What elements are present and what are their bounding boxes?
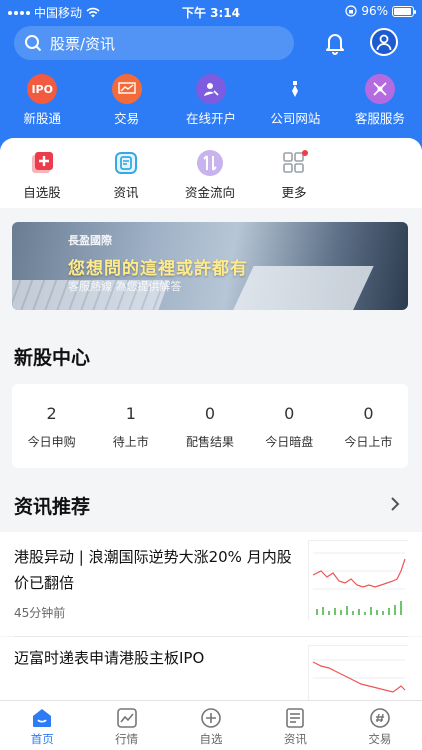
ipo-icon: IPO [27,74,58,104]
service-ipo[interactable]: IPO 新股通 [0,74,84,130]
rotation-lock-icon [345,5,357,17]
tab-label: 自选 [199,732,223,746]
battery-percent: 96% [361,4,388,18]
open-account-icon [196,74,227,104]
ipo-center-title: 新股中心 [14,347,91,369]
quick-watchlist[interactable]: 自选股 [2,148,82,201]
notification-bell-icon[interactable] [322,30,348,56]
news-item[interactable]: 迈富时递表申请港股主板IPO [0,637,422,700]
service-trade[interactable]: 交易 [84,74,168,130]
stat-label: 今日上市 [344,435,393,449]
quick-more[interactable]: 更多 [254,148,334,201]
banner-subtitle: 客服熱線 為您提供解答 [68,280,182,293]
more-grid-icon [279,148,309,178]
tab-label: 交易 [368,732,392,746]
tab-label: 资讯 [283,732,307,746]
quick-fund-flow[interactable]: 资金流向 [170,148,250,201]
market-icon [116,708,137,728]
service-company-site[interactable]: 公司网站 [253,74,337,130]
ipo-stat-today-subscribe[interactable]: 2 今日申购 [12,384,91,468]
news-icon [111,148,141,178]
service-label: 在线开户 [186,111,237,126]
news-chart-thumbnail [308,540,409,621]
company-site-icon [280,74,311,104]
stat-label: 配售结果 [186,435,235,449]
tab-trade[interactable]: 交易 [338,701,422,750]
news-chart-thumbnail [308,645,409,700]
banner-slogan: 您想問的這裡或許都有 [68,259,248,279]
service-label: 交易 [114,111,140,126]
user-avatar-icon[interactable] [370,28,398,56]
service-customer[interactable]: 客服服务 [338,74,422,130]
tab-home[interactable]: 首页 [0,701,84,750]
stat-label: 待上市 [112,435,149,449]
tab-label: 行情 [115,732,139,746]
status-bar: 中国移动 下午 3:14 96% [0,0,422,22]
stat-value: 2 [46,404,57,423]
stat-value: 1 [125,404,136,423]
watchlist-add-icon [27,148,57,178]
trade-chart-icon [111,74,142,104]
news-doc-icon [286,708,305,728]
search-input[interactable]: 股票/资讯 [14,26,294,60]
chevron-right-icon[interactable] [390,496,400,512]
quick-label: 资讯 [113,185,139,200]
tab-label: 首页 [30,732,54,746]
news-time: 45分钟前 [14,606,66,620]
news-section-title: 资讯推荐 [14,496,91,518]
bottom-tab-bar: 首页 行情 自选 资讯 交易 [0,700,422,750]
quick-label: 更多 [281,185,307,200]
news-title: 迈富时递表申请港股主板IPO [14,649,205,667]
watchlist-icon [201,708,221,728]
quick-label: 自选股 [23,185,61,200]
banner-logo: 長盈國際 [68,234,112,247]
service-open-account[interactable]: 在线开户 [169,74,253,130]
service-label: 公司网站 [270,111,321,126]
home-icon [33,709,52,727]
promo-banner[interactable]: 長盈國際 您想問的這裡或許都有 客服熱線 為您提供解答 [12,222,408,310]
fund-flow-icon [195,148,225,178]
tab-news[interactable]: 资讯 [253,701,337,750]
stat-label: 今日申购 [27,435,76,449]
stat-value: 0 [284,404,295,423]
quick-label: 资金流向 [184,185,235,200]
ipo-stat-today-listing[interactable]: 0 今日上市 [329,384,408,468]
ipo-stat-grey-market[interactable]: 0 今日暗盘 [250,384,329,468]
search-placeholder: 股票/资讯 [50,34,116,53]
customer-service-icon [364,74,395,104]
quick-news[interactable]: 资讯 [86,148,166,201]
top-services: IPO 新股通 交易 在线开户 公司网站 客服服务 [0,74,422,130]
banner-tablet-graphic [230,266,374,310]
stat-label: 今日暗盘 [265,435,314,449]
service-label: 客服服务 [354,111,405,126]
stat-value: 0 [363,404,374,423]
tab-watchlist[interactable]: 自选 [169,701,253,750]
news-item[interactable]: 港股异动 | 浪潮国际逆势大涨20% 月内股价已翻倍 45分钟前 [0,532,422,636]
tab-market[interactable]: 行情 [84,701,168,750]
service-label: 新股通 [23,111,61,126]
ipo-stat-allotment-result[interactable]: 0 配售结果 [170,384,249,468]
search-icon [25,35,42,52]
quick-actions: 自选股 资讯 资金流向 更多 [0,138,422,208]
ipo-stat-pending-listing[interactable]: 1 待上市 [91,384,170,468]
battery-icon [392,5,416,17]
stat-value: 0 [204,404,216,423]
ipo-center-stats: 2 今日申购 1 待上市 0 配售结果 0 今日暗盘 0 今日上市 [12,384,408,468]
trade-icon [370,708,390,728]
news-title: 港股异动 | 浪潮国际逆势大涨20% 月内股价已翻倍 [14,548,292,592]
